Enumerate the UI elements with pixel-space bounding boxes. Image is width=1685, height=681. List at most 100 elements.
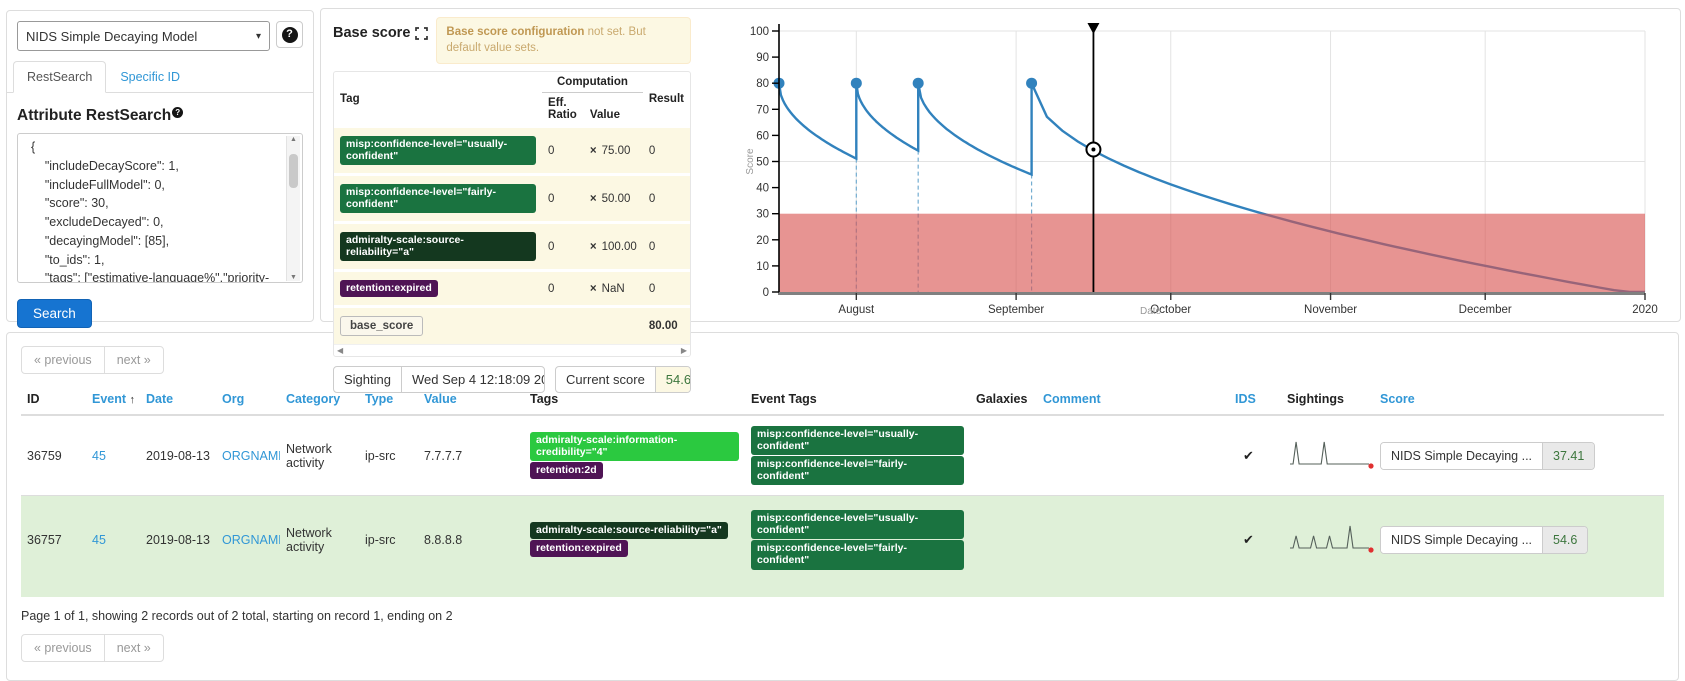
org-link[interactable]: ORGNAME (222, 449, 280, 463)
attributes-table: ID Event ↑ Date Org Category Type Value … (21, 384, 1664, 597)
scroll-left-icon[interactable]: ◀ (337, 346, 343, 355)
col-header-tag: Tag (334, 72, 542, 127)
eff-ratio-value: 0 (542, 271, 584, 307)
scrollbar-thumb[interactable] (289, 154, 298, 188)
current-score-value: 54.60 (656, 367, 691, 392)
expand-icon[interactable] (415, 27, 428, 40)
base-score-row: misp:confidence-level="usually-confident… (334, 127, 690, 175)
col-ids[interactable]: IDS (1229, 384, 1281, 415)
multiply-icon: × (590, 241, 597, 253)
results-panel: « previous next » ID Event ↑ Date Org Ca… (6, 332, 1679, 681)
attr-comment (1037, 415, 1229, 496)
multiply-icon: × (590, 145, 597, 157)
col-header-result: Result (643, 72, 690, 127)
score-button-group[interactable]: NIDS Simple Decaying ... 37.41 (1380, 442, 1595, 470)
svg-text:September: September (988, 304, 1044, 316)
pagination-bottom: « previous next » (21, 634, 164, 662)
score-button-group[interactable]: NIDS Simple Decaying ... 54.6 (1380, 526, 1588, 554)
col-score[interactable]: Score (1374, 384, 1664, 415)
base-score-total-row: base_score 80.00 (334, 307, 690, 345)
col-event-tags: Event Tags (745, 384, 970, 415)
scroll-down-icon[interactable]: ▼ (290, 274, 297, 281)
attr-comment (1037, 496, 1229, 597)
attr-category: Network activity (280, 496, 359, 597)
help-button[interactable]: ? (276, 21, 303, 48)
svg-text:December: December (1459, 304, 1512, 316)
ids-check-icon: ✔ (1229, 415, 1281, 496)
tag-badge: misp:confidence-level="usually-confident… (340, 136, 536, 165)
score-model-button[interactable]: NIDS Simple Decaying ... (1381, 443, 1543, 469)
tag-numerical-value: 75.00 (602, 145, 631, 157)
decay-score-chart[interactable]: 0102030405060708090100AugustSeptemberOct… (697, 11, 1672, 317)
restsearch-heading: Attribute RestSearch? (17, 107, 303, 125)
attr-date: 2019-08-13 (140, 415, 216, 496)
search-tabs: RestSearch Specific ID (7, 61, 313, 93)
tag-badge: retention:2d (530, 462, 603, 479)
base-score-warning-alert: Base score configuration not set. But de… (436, 17, 691, 64)
score-model-button[interactable]: NIDS Simple Decaying ... (1381, 527, 1543, 553)
attr-galaxies (970, 496, 1037, 597)
tag-numerical-value: 100.00 (602, 241, 637, 253)
tag-result: 0 (643, 271, 690, 307)
col-comment[interactable]: Comment (1037, 384, 1229, 415)
event-link[interactable]: 45 (92, 533, 106, 547)
col-event[interactable]: Event ↑ (86, 384, 140, 415)
question-icon: ? (282, 27, 298, 43)
current-score-info: Current score 54.60 (555, 366, 691, 393)
svg-text:80: 80 (756, 78, 769, 90)
next-page-button[interactable]: next » (104, 634, 164, 662)
svg-text:August: August (838, 304, 875, 316)
sort-asc-icon: ↑ (130, 394, 136, 406)
base-score-row: misp:confidence-level="fairly-confident"… (334, 175, 690, 223)
tab-restsearch[interactable]: RestSearch (13, 61, 106, 93)
multiply-icon: × (590, 283, 597, 295)
tab-specific-id[interactable]: Specific ID (106, 61, 194, 93)
svg-text:20: 20 (756, 235, 769, 247)
svg-text:November: November (1304, 304, 1357, 316)
previous-page-button[interactable]: « previous (21, 346, 105, 374)
scroll-right-icon[interactable]: ▶ (681, 346, 687, 355)
score-value: 54.6 (1543, 527, 1587, 553)
attr-type: ip-src (359, 415, 418, 496)
svg-text:60: 60 (756, 130, 769, 142)
attr-galaxies (970, 415, 1037, 496)
horizontal-scrollbar[interactable]: ◀ ▶ (334, 344, 690, 356)
attr-id: 36759 (21, 415, 86, 496)
tag-result: 0 (643, 127, 690, 175)
event-tag-badge: misp:confidence-level="usually-confident… (751, 510, 964, 539)
org-link[interactable]: ORGNAME (222, 533, 280, 547)
col-id: ID (21, 384, 86, 415)
previous-page-button[interactable]: « previous (21, 634, 105, 662)
simulation-panel: Base score Base score configuration not … (320, 8, 1681, 322)
event-tag-badge: misp:confidence-level="usually-confident… (751, 426, 964, 455)
col-org[interactable]: Org (216, 384, 280, 415)
next-page-button[interactable]: next » (104, 346, 164, 374)
tag-numerical-value: NaN (602, 283, 625, 295)
col-header-eff-ratio: Eff. Ratio (542, 93, 584, 127)
tag-badge: retention:expired (340, 280, 438, 297)
scroll-up-icon[interactable]: ▲ (290, 136, 297, 143)
attr-value: 8.8.8.8 (418, 496, 524, 597)
event-link[interactable]: 45 (92, 449, 106, 463)
tag-result: 0 (643, 175, 690, 223)
restsearch-query-textarea[interactable]: { "includeDecayScore": 1, "includeFullMo… (17, 133, 303, 283)
sighting-label: Sighting (334, 367, 402, 392)
eff-ratio-value: 0 (542, 127, 584, 175)
model-select[interactable]: NIDS Simple Decaying Model ▾ (17, 21, 270, 51)
svg-text:90: 90 (756, 52, 769, 64)
search-button[interactable]: Search (17, 299, 92, 328)
pagination-top: « previous next » (21, 346, 164, 374)
textarea-scrollbar[interactable]: ▲ ▼ (286, 136, 300, 281)
table-row: 36757 45 2019-08-13 ORGNAME Network acti… (21, 496, 1664, 597)
attributes-header-row: ID Event ↑ Date Org Category Type Value … (21, 384, 1664, 415)
col-galaxies: Galaxies (970, 384, 1037, 415)
event-tag-badge: misp:confidence-level="fairly-confident" (751, 456, 964, 485)
tag-badge: admiralty-scale:source-reliability="a" (340, 232, 536, 261)
model-select-value: NIDS Simple Decaying Model (26, 29, 197, 44)
sighting-info: Sighting Wed Sep 4 12:18:09 2019 (333, 366, 545, 393)
eff-ratio-value: 0 (542, 175, 584, 223)
svg-text:100: 100 (750, 26, 769, 38)
col-date[interactable]: Date (140, 384, 216, 415)
base-score-row: retention:expired 0 × NaN 0 (334, 271, 690, 307)
score-value: 37.41 (1543, 443, 1594, 469)
